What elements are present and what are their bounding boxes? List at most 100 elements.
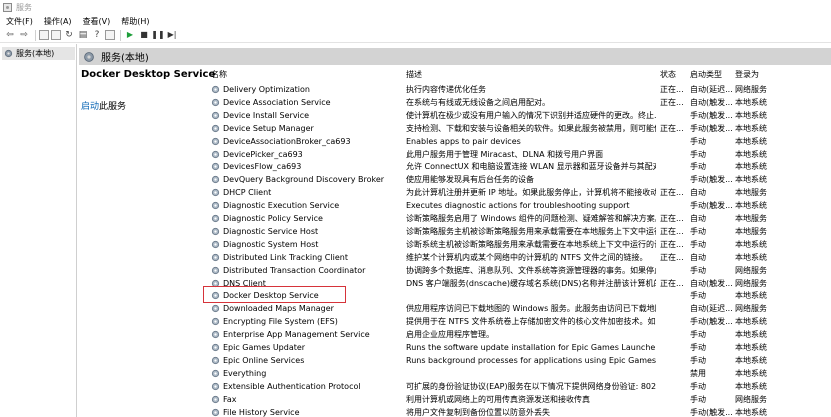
service-logon-cell: 本地系统 [735,381,767,391]
table-row[interactable]: Epic Games Updater Runs the software upda… [203,341,831,354]
table-row[interactable]: Device Setup Manager 支持检测、下载和安装与设备相关的软件。如… [203,122,831,135]
service-name-cell: DeviceAssociationBroker_ca693 [211,136,393,147]
table-row[interactable]: DevicesFlow_ca693 允许 ConnectUX 和电脑设置连接 WL… [203,160,831,173]
table-row[interactable]: Delivery Optimization 执行内容传递优化任务 正在... 自动(延… [203,83,831,96]
service-description-cell: 支持检测、下载和安装与设备相关的软件。如果此服务被禁用，则可能使... [406,123,656,133]
table-row[interactable]: Diagnostic System Host 诊断系统主机被诊断策略服务用来承载需… [203,238,831,251]
table-row[interactable]: File History Service 将用户文件复制到备份位置以防意外丢失 手动… [203,406,831,417]
service-name-text: Diagnostic Service Host [223,226,319,236]
forward-arrow-icon[interactable]: ⇨ [18,29,30,41]
column-header-description[interactable]: 描述 [406,69,422,80]
column-header-status[interactable]: 状态 [660,69,676,80]
service-startup-type-cell: 手动 [690,162,706,172]
service-description-cell: 利用计算机或网络上的可用传真资源发送和接收传真 [406,394,590,404]
mmc-view-icon[interactable] [105,30,115,40]
pause-service-icon[interactable]: ❚❚ [151,29,164,41]
table-row[interactable]: Fax 利用计算机或网络上的可用传真资源发送和接收传真 手动 网络服务 [203,393,831,406]
table-row[interactable]: Docker Desktop Service 手动 本地系统 [203,289,831,302]
table-row[interactable]: Enterprise App Management Service 启用企业应用程… [203,328,831,341]
table-row[interactable]: Diagnostic Service Host 诊断策略服务主机被诊断策略服务用来… [203,225,831,238]
service-startup-type-cell: 手动 [690,239,706,249]
table-row[interactable]: Diagnostic Policy Service 诊断策略服务启用了 Windo… [203,212,831,225]
show-hide-console-tree-icon[interactable] [39,30,49,40]
gear-icon [211,163,220,171]
gear-icon [211,111,220,119]
service-description-cell: 将用户文件复制到备份位置以防意外丢失 [406,407,550,417]
service-startup-type-cell: 手动 [690,355,706,365]
column-header-name[interactable]: 名称 [211,69,227,80]
menu-help[interactable]: 帮助(H) [121,16,149,27]
gear-icon [211,98,220,106]
table-row[interactable]: Epic Online Services Runs background proc… [203,354,831,367]
service-logon-cell: 本地服务 [735,188,767,198]
menu-bar: 文件(F) 操作(A) 查看(V) 帮助(H) [0,14,831,28]
service-name-text: Docker Desktop Service [223,291,319,301]
start-service-line: 启动此服务 [81,99,126,112]
service-description-cell: 为此计算机注册并更新 IP 地址。如果此服务停止，计算机将不能接收动态... [406,188,656,198]
service-name-cell: Diagnostic System Host [211,239,393,250]
service-name-text: Distributed Transaction Coordinator [223,265,366,275]
gear-icon [211,189,220,197]
service-name-text: Diagnostic Policy Service [223,214,323,223]
service-startup-type-cell: 禁用 [690,368,706,378]
column-header-startup-type[interactable]: 启动类型 [690,69,722,80]
service-name-cell: Epic Online Services [211,355,393,366]
service-logon-cell: 本地系统 [735,110,767,120]
service-status-cell: 正在... [660,239,684,249]
service-status-cell: 正在... [660,188,684,198]
back-arrow-icon[interactable]: ⇦ [4,29,16,41]
refresh-icon[interactable]: ↻ [63,29,75,41]
gear-icon [211,292,220,300]
export-list-icon[interactable]: ▤ [77,29,89,41]
table-row[interactable]: Encrypting File System (EFS) 提供用于在 NTFS 文… [203,315,831,328]
service-name-text: Downloaded Maps Manager [223,304,334,314]
stop-service-icon[interactable]: ■ [138,29,150,41]
service-description-cell: 协调跨多个数据库、消息队列、文件系统等资源管理器的事务。如果停止... [406,265,656,275]
table-row[interactable]: DevicePicker_ca693 此用户服务用于管理 Miracast、DLN… [203,148,831,161]
service-logon-cell: 本地系统 [735,252,767,262]
service-startup-type-cell: 手动 [690,330,706,340]
service-name-cell: Diagnostic Execution Service [211,200,393,211]
service-logon-cell: 本地系统 [735,123,767,133]
service-status-cell: 正在... [660,278,684,288]
table-row[interactable]: Diagnostic Execution Service Executes dia… [203,199,831,212]
restart-service-icon[interactable]: ▶| [166,29,178,41]
service-status-cell: 正在... [660,85,684,94]
table-row[interactable]: DevQuery Background Discovery Broker 使应用能… [203,173,831,186]
properties-icon[interactable] [51,30,61,40]
menu-view[interactable]: 查看(V) [83,16,111,27]
table-row[interactable]: Extensible Authentication Protocol 可扩展的身份… [203,380,831,393]
service-name-cell: Extensible Authentication Protocol [211,381,393,392]
tree-item-services-local[interactable]: 服务(本地) [2,47,75,60]
service-startup-type-cell: 自动(触发... [690,278,733,288]
column-header-logon-as[interactable]: 登录为 [735,69,759,80]
service-startup-type-cell: 自动(延迟... [690,304,733,314]
service-description-cell: 诊断策略服务启用了 Windows 组件的问题检测、疑难解答和解决方案。如... [406,214,656,223]
table-row[interactable]: Device Association Service 在系统与有线或无线设备之间启… [203,96,831,109]
service-logon-cell: 本地系统 [735,291,767,301]
table-row[interactable]: Distributed Transaction Coordinator 协调跨多个… [203,264,831,277]
table-row[interactable]: Distributed Link Tracking Client 维护某个计算机内… [203,251,831,264]
toolbar-separator [120,29,121,41]
start-service-link[interactable]: 启动 [81,102,99,112]
table-row[interactable]: DHCP Client 为此计算机注册并更新 IP 地址。如果此服务停止，计算机将… [203,186,831,199]
table-row[interactable]: DNS Client DNS 客户端服务(dnscache)缓存域名系统(DNS)… [203,277,831,290]
help-icon[interactable]: ? [91,29,103,41]
console-tree: 服务(本地) [0,44,77,417]
gear-icon [4,49,13,58]
menu-action[interactable]: 操作(A) [44,16,72,27]
pane-header: 服务(本地) [79,48,831,65]
service-name-cell: Device Install Service [211,110,393,121]
service-description-cell: 使计算机在极少或没有用户输入的情况下识别并适应硬件的更改。终止... [406,110,656,120]
menu-file[interactable]: 文件(F) [6,16,33,27]
start-service-icon[interactable]: ▶ [124,29,136,41]
table-row[interactable]: Downloaded Maps Manager 供应用程序访问已下载地图的 Win… [203,302,831,315]
service-name-cell: Distributed Transaction Coordinator [211,265,393,276]
table-row[interactable]: Device Install Service 使计算机在极少或没有用户输入的情况下… [203,109,831,122]
table-row[interactable]: DeviceAssociationBroker_ca693 Enables app… [203,135,831,148]
service-logon-cell: 本地服务 [735,226,767,236]
table-row[interactable]: Everything 禁用 本地系统 [203,367,831,380]
service-name-cell: Diagnostic Policy Service [211,213,393,224]
gear-icon [211,382,220,390]
service-startup-type-cell: 手动 [690,343,706,352]
